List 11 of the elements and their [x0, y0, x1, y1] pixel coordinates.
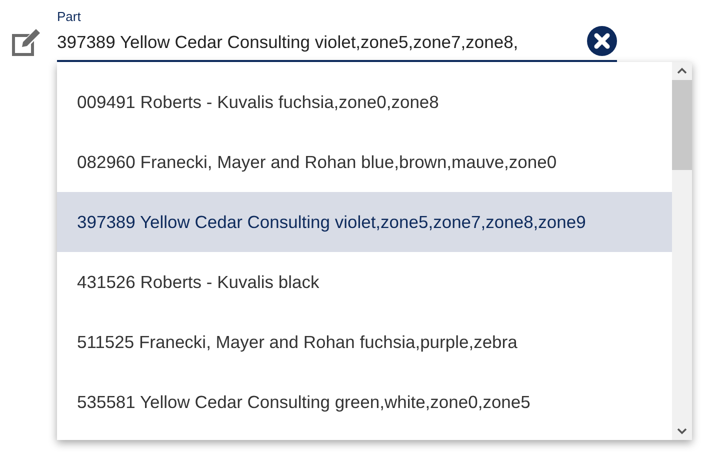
dropdown-option[interactable]: 082960 Franecki, Mayer and Rohan blue,brown,mauve,zone0 [57, 132, 672, 192]
part-field[interactable]: 397389 Yellow Cedar Consulting violet,zone5,zone7,zone8, [57, 25, 587, 60]
dropdown-option[interactable]: 397389 Yellow Cedar Consulting violet,zone5,zone7,zone8,zone9 [57, 192, 672, 252]
field-label: Part [57, 8, 82, 25]
dropdown-option[interactable]: 511525 Franecki, Mayer and Rohan fuchsia,purple,zebra [57, 312, 672, 372]
scrollbar[interactable] [672, 62, 692, 440]
dropdown-option[interactable]: 431526 Roberts - Kuvalis black [57, 252, 672, 312]
clear-icon[interactable] [587, 26, 617, 56]
dropdown-option[interactable]: 009491 Roberts - Kuvalis fuchsia,zone0,zone8 [57, 72, 672, 132]
dropdown-option[interactable]: 535581 Yellow Cedar Consulting green,white,zone0,zone5 [57, 372, 672, 432]
scrollbar-thumb[interactable] [672, 80, 692, 170]
